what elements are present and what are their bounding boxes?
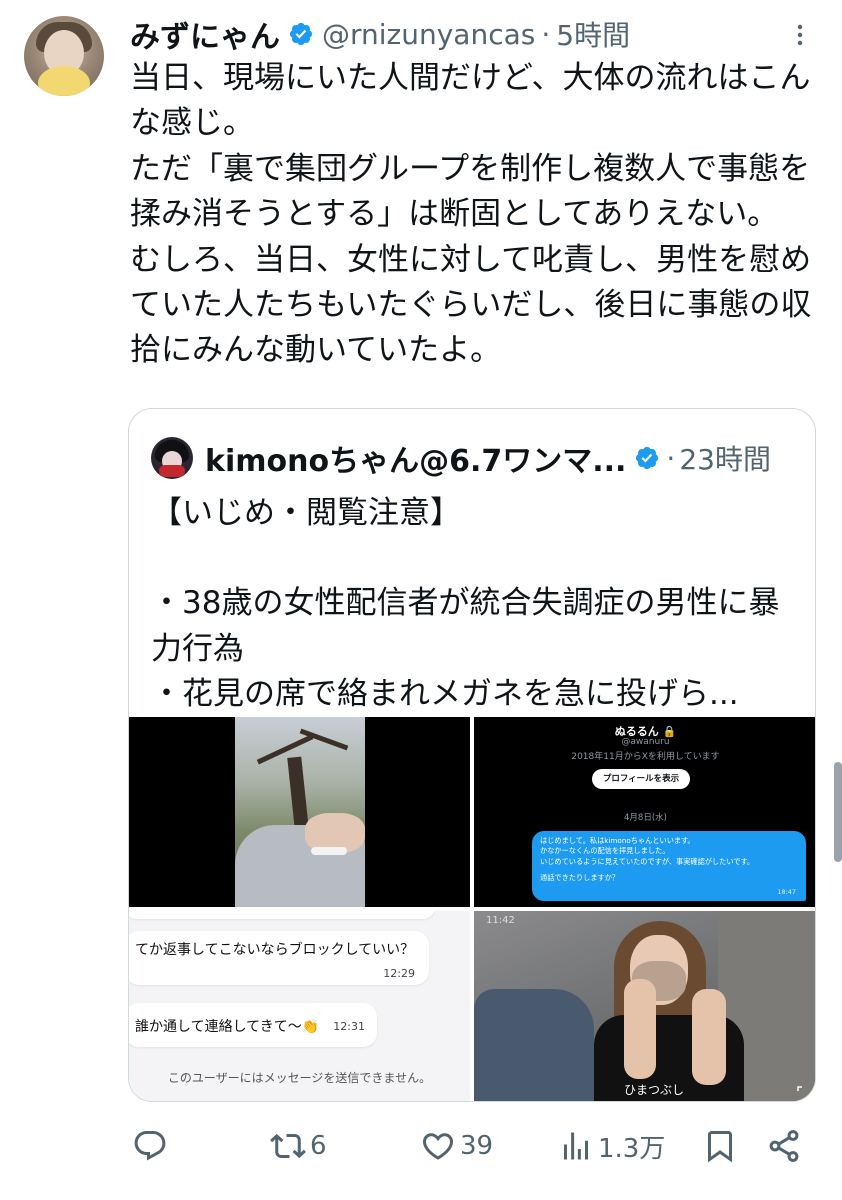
dm-message-line: いじめているように見えていたのですが、事実確認がしたいです。	[540, 856, 755, 866]
dm-message-time: 18:47	[777, 887, 796, 896]
quote-text-line: ・花見の席で絡まれメガネを急に投げら...	[151, 676, 739, 713]
views-button[interactable]: 1.3万	[554, 1120, 665, 1172]
dm-profile-button: プロフィールを表示	[592, 769, 690, 789]
like-button[interactable]: 39	[416, 1120, 493, 1172]
media-dm-screenshot[interactable]: ぬるるん 🔒 @awanuru 2018年11月からXを利用しています プロフィ…	[474, 717, 815, 907]
quote-avatar[interactable]	[151, 437, 193, 479]
quote-text-line: ・38歳の女性配信者が統合失調症の男性に暴力行為	[151, 585, 780, 667]
chat-message-time: 12:31	[333, 1020, 365, 1033]
scrollbar[interactable]	[834, 762, 842, 862]
dm-message-line: 通話できたりしますか？	[540, 873, 620, 883]
more-options-icon[interactable]	[786, 20, 814, 50]
quote-text-line: 【いじめ・閲覧注意】	[151, 495, 461, 531]
chat-bubble	[129, 911, 435, 919]
retweet-icon	[270, 1128, 306, 1164]
reply-button[interactable]	[128, 1120, 168, 1172]
photo-status-time: 11:42	[486, 915, 515, 926]
views-chart-icon	[558, 1128, 594, 1164]
chat-bubble: 誰か通して連絡してきて〜👏 12:31	[129, 1003, 377, 1047]
heart-icon	[420, 1128, 456, 1164]
retweet-button[interactable]: 6	[266, 1120, 327, 1172]
dm-user-since: 2018年11月からXを利用しています	[571, 752, 720, 762]
tweet-text-line: むしろ、当日、女性に対して叱責し、男性を慰めていた人たちもいたぐらいだし、後日に…	[130, 241, 812, 369]
media-outdoor-photo[interactable]	[129, 717, 470, 907]
bookmark-button[interactable]	[698, 1120, 738, 1172]
chat-message-time: 12:29	[383, 967, 415, 980]
display-name[interactable]: みずにゃん	[130, 12, 280, 56]
action-bar: 6 39 1.3万	[128, 1120, 818, 1172]
photo-frame	[235, 717, 365, 907]
quote-display-name[interactable]: kimonoちゃん@6.7ワンマ...	[205, 436, 626, 480]
like-count: 39	[460, 1131, 494, 1161]
tweet-text-line: 当日、現場にいた人間だけど、大体の流れはこんな感じ。	[130, 60, 811, 142]
tweet-text: 当日、現場にいた人間だけど、大体の流れはこんな感じ。 ただ「裏で集団グループを制…	[130, 56, 820, 374]
chat-bubble: てか返事してこないならブロックしていい？ 12:29	[129, 931, 429, 985]
quote-text: 【いじめ・閲覧注意】 ・38歳の女性配信者が統合失調症の男性に暴力行為 ・花見の…	[151, 491, 801, 718]
quote-text-line	[151, 536, 801, 581]
photo-caption: ひまつぶし	[624, 1083, 685, 1097]
quoted-tweet[interactable]: kimonoちゃん@6.7ワンマ... · 23時間 【いじめ・閲覧注意】 ・3…	[128, 408, 816, 1102]
share-icon	[766, 1128, 802, 1164]
avatar-hand	[38, 66, 90, 96]
media-chat-screenshot[interactable]: てか返事してこないならブロックしていい？ 12:29 誰か通して連絡してきて〜👏…	[129, 911, 470, 1101]
handle[interactable]: @rnizunyancas	[322, 18, 535, 51]
media-grid: ぬるるん 🔒 @awanuru 2018年11月からXを利用しています プロフィ…	[129, 717, 815, 1101]
dm-user-handle: @awanuru	[621, 737, 670, 747]
chat-notice: このユーザーにはメッセージを送信できません。	[167, 1071, 432, 1085]
tweet-header: みずにゃん @rnizunyancas · 5時間	[130, 12, 630, 56]
dm-message-line: かなかーなくんの配信を拝見しました。	[540, 846, 670, 856]
avatar[interactable]	[24, 16, 104, 96]
reply-icon	[132, 1128, 168, 1164]
separator-dot: ·	[541, 17, 551, 51]
quote-header: kimonoちゃん@6.7ワンマ... · 23時間	[151, 433, 771, 483]
verified-badge-icon	[634, 445, 660, 471]
tweet-text-line: ただ「裏で集団グループを制作し複数人で事態を揉み消そうとする」は断固としてありえ…	[130, 150, 811, 233]
chat-message-text: てか返事してこないならブロックしていい？	[135, 942, 415, 958]
quote-timestamp[interactable]: 23時間	[679, 438, 771, 478]
dm-date: 4月8日(水)	[624, 813, 667, 823]
dm-message-line: はじめまして。私はkimonoちゃんといいます。	[540, 836, 695, 845]
verified-badge-icon	[288, 21, 314, 47]
chat-message-text: 誰か通して連絡してきて〜👏	[135, 1019, 320, 1035]
separator-dot: ·	[666, 441, 676, 475]
media-indoor-photo[interactable]: 11:42 ひまつぶし	[474, 911, 815, 1101]
timestamp[interactable]: 5時間	[556, 14, 630, 54]
bookmark-icon	[702, 1128, 738, 1164]
dm-message-bubble: はじめまして。私はkimonoちゃんといいます。 かなかーなくんの配信を拝見しま…	[532, 831, 806, 901]
share-button[interactable]	[762, 1120, 802, 1172]
retweet-count: 6	[310, 1131, 327, 1161]
expand-icon[interactable]	[797, 1085, 811, 1100]
views-count: 1.3万	[598, 1133, 666, 1164]
